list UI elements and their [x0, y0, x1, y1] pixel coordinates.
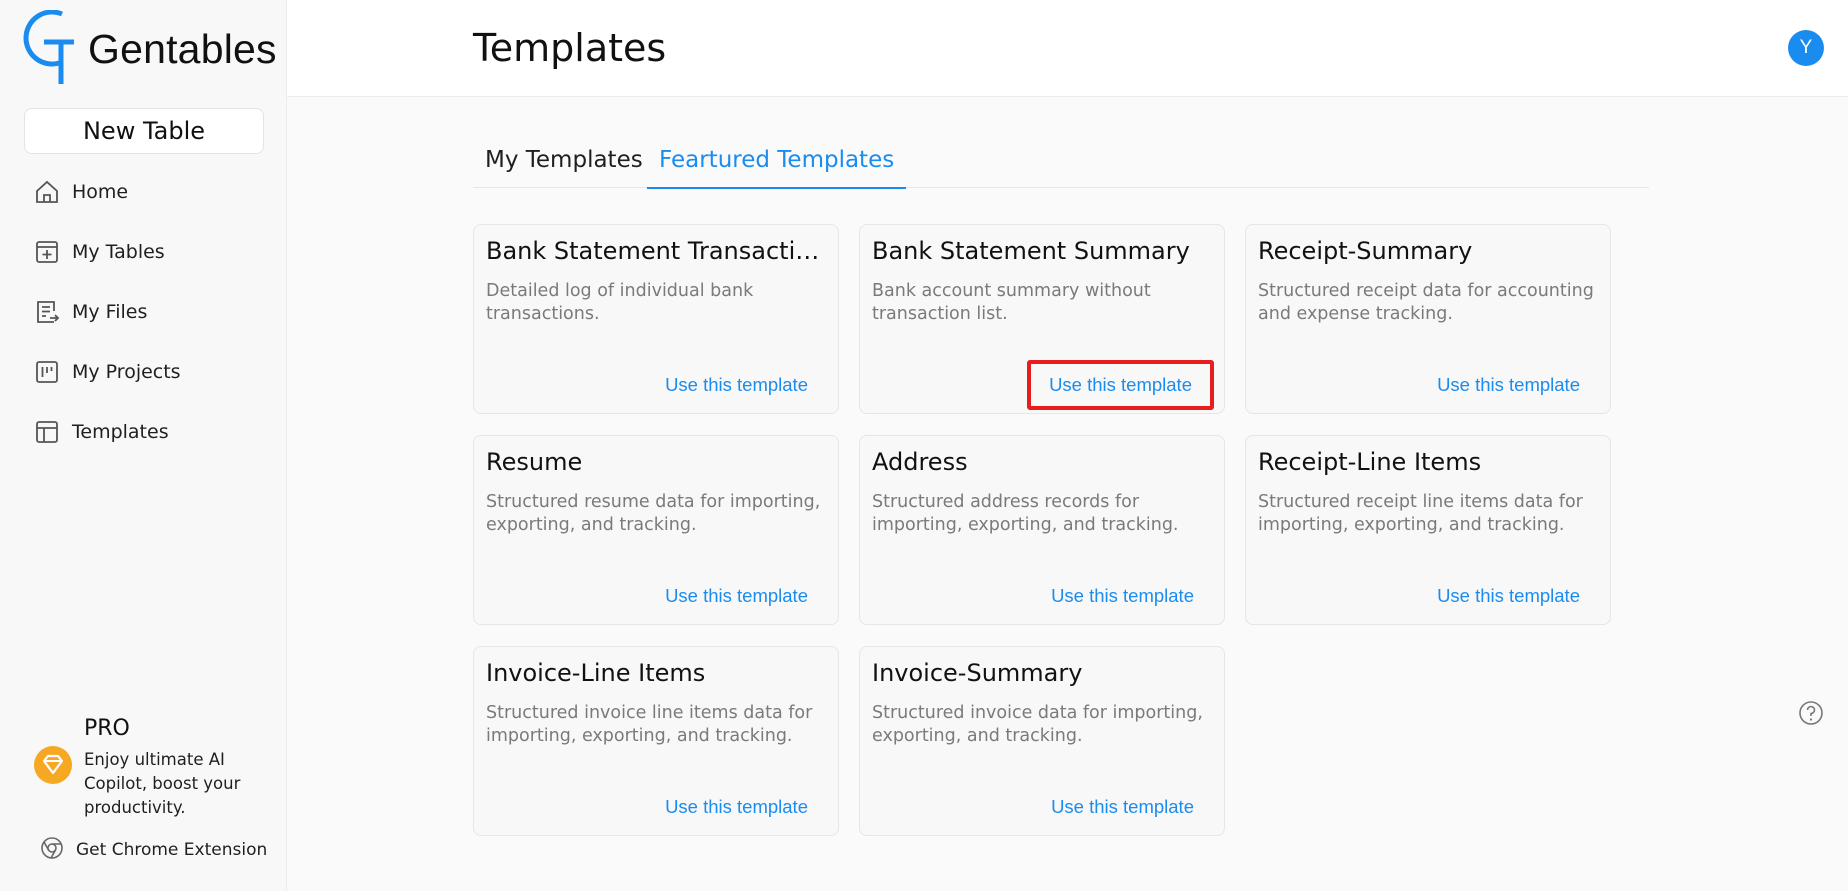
card-title: Resume: [486, 448, 583, 476]
app-logo[interactable]: Gentables: [22, 10, 277, 86]
card-title: Receipt-Summary: [1258, 237, 1473, 265]
card-description: Structured address records for importing…: [872, 492, 1179, 535]
template-icon: [34, 419, 60, 445]
home-icon: [34, 179, 60, 205]
get-chrome-extension-link[interactable]: Get Chrome Extension: [40, 836, 267, 864]
card-description: Structured resume data for importing, ex…: [486, 492, 821, 535]
use-template-button[interactable]: Use this template: [1437, 585, 1580, 607]
sidebar-item-label: Templates: [72, 421, 169, 443]
main-content: My Templates Feartured Templates Bank St…: [287, 97, 1848, 891]
card-description: Structured receipt line items data for i…: [1258, 492, 1583, 535]
use-template-button[interactable]: Use this template: [1051, 796, 1194, 818]
card-description: Structured invoice data for importing, e…: [872, 703, 1203, 746]
avatar[interactable]: Y: [1788, 30, 1824, 66]
sidebar-item-label: My Tables: [72, 241, 165, 263]
use-template-button[interactable]: Use this template: [665, 585, 808, 607]
gentables-logo-icon: [23, 10, 74, 84]
card-title: Receipt-Line Items: [1258, 448, 1482, 476]
template-card[interactable]: Receipt-Summary Structured receipt data …: [1245, 224, 1611, 414]
sidebar: Gentables New Table Home My Tables My Fi…: [0, 0, 287, 891]
template-card[interactable]: Invoice-Summary Structured invoice data …: [859, 646, 1225, 836]
help-icon[interactable]: [1798, 700, 1824, 730]
template-card[interactable]: Address Structured address records for i…: [859, 435, 1225, 625]
template-card[interactable]: Resume Structured resume data for import…: [473, 435, 839, 625]
chrome-icon: [40, 836, 64, 864]
template-card[interactable]: Receipt-Line Items Structured receipt li…: [1245, 435, 1611, 625]
sidebar-item-label: My Projects: [72, 361, 181, 383]
template-card[interactable]: Bank Statement Summary Bank account summ…: [859, 224, 1225, 414]
pro-promo[interactable]: PRO Enjoy ultimate AI Copilot, boost you…: [34, 714, 274, 824]
diamond-icon: [34, 746, 72, 788]
card-description: Bank account summary without transaction…: [872, 281, 1151, 324]
card-title: Bank Statement Summary: [872, 237, 1190, 265]
use-template-button[interactable]: Use this template: [665, 374, 808, 396]
card-description: Detailed log of individual bank transact…: [486, 281, 754, 324]
tab-featured-templates[interactable]: Feartured Templates: [647, 145, 907, 189]
pro-description: Enjoy ultimate AI Copilot, boost your pr…: [84, 750, 241, 817]
template-card[interactable]: Bank Statement Transactions Detailed log…: [473, 224, 839, 414]
table-add-icon: [34, 239, 60, 265]
use-template-button[interactable]: Use this template: [665, 796, 808, 818]
use-template-button[interactable]: Use this template: [1027, 360, 1214, 410]
card-title: Invoice-Line Items: [486, 659, 706, 687]
use-template-button[interactable]: Use this template: [1437, 374, 1580, 396]
card-title: Invoice-Summary: [872, 659, 1083, 687]
sidebar-item-label: My Files: [72, 301, 148, 323]
sidebar-item-my-tables[interactable]: My Tables: [34, 232, 264, 272]
tab-my-templates[interactable]: My Templates: [473, 145, 655, 187]
sidebar-item-templates[interactable]: Templates: [34, 412, 264, 452]
sidebar-item-label: Home: [72, 181, 129, 203]
header: Templates Y: [287, 0, 1848, 97]
file-icon: [34, 299, 60, 325]
sidebar-item-my-files[interactable]: My Files: [34, 292, 264, 332]
new-table-button[interactable]: New Table: [24, 108, 264, 154]
app-name: Gentables: [88, 26, 277, 72]
use-template-button[interactable]: Use this template: [1051, 585, 1194, 607]
page-title: Templates: [473, 26, 667, 70]
card-description: Structured invoice line items data for i…: [486, 703, 813, 746]
template-card[interactable]: Invoice-Line Items Structured invoice li…: [473, 646, 839, 836]
sidebar-item-my-projects[interactable]: My Projects: [34, 352, 264, 392]
card-title: Bank Statement Transactions: [486, 237, 828, 265]
pro-title: PRO: [84, 716, 130, 741]
card-description: Structured receipt data for accounting a…: [1258, 281, 1594, 324]
sidebar-item-home[interactable]: Home: [34, 172, 264, 212]
project-icon: [34, 359, 60, 385]
card-title: Address: [872, 448, 968, 476]
chrome-extension-label: Get Chrome Extension: [76, 840, 268, 860]
